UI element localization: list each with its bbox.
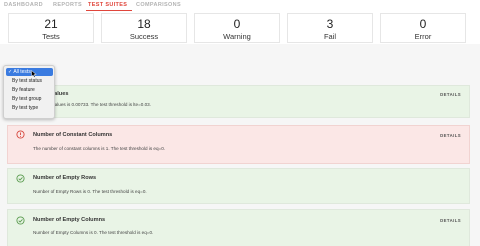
alert-circle-icon — [16, 130, 25, 139]
summary-success-label: Success — [129, 32, 159, 41]
filter-option-by-test-group[interactable]: By test group — [6, 95, 53, 103]
filter-option-by-feature[interactable]: By feature — [6, 86, 53, 94]
summary-error-value: 0 — [419, 17, 427, 31]
test-description: Number of Empty Columns is 0. The test t… — [33, 230, 154, 235]
tab-dashboard[interactable]: DASHBOARD — [4, 1, 43, 10]
test-description: Number of Empty Rows is 0. The test thre… — [33, 189, 147, 194]
summary-fail-value: 3 — [326, 17, 334, 31]
details-button[interactable]: DETAILS — [440, 132, 461, 139]
test-title: Number of Constant Columns — [33, 132, 113, 138]
details-button[interactable]: DETAILS — [440, 217, 461, 224]
tab-test-suites[interactable]: TEST SUITES — [88, 1, 127, 10]
nav-tabs: DASHBOARD REPORTS TEST SUITES COMPARISON… — [0, 0, 480, 12]
summary-success-value: 18 — [137, 17, 151, 31]
filter-option-label: All tests — [13, 69, 31, 75]
test-description: The number of constant columns is 1. The… — [33, 146, 166, 151]
test-card-constant-columns: Number of Constant Columns The number of… — [7, 125, 470, 164]
test-card-missing-values: issing Values f missing values is 0.0073… — [7, 85, 470, 118]
check-circle-icon — [16, 174, 25, 183]
summary-card-fail: 3 Fail — [287, 13, 373, 43]
summary-tests-label: Tests — [42, 32, 60, 41]
mouse-cursor-icon — [31, 70, 37, 78]
tab-comparisons[interactable]: COMPARISONS — [136, 1, 181, 10]
summary-fail-label: Fail — [323, 32, 337, 41]
filter-option-all-tests[interactable]: ✓ All tests — [6, 68, 53, 76]
check-circle-icon — [16, 216, 25, 225]
summary-warning-value: 0 — [233, 17, 241, 31]
test-title: Number of Empty Rows — [33, 175, 97, 181]
summary-error-label: Error — [414, 32, 432, 41]
summary-card-warning: 0 Warning — [194, 13, 280, 43]
details-button[interactable]: DETAILS — [440, 91, 461, 98]
tab-reports[interactable]: REPORTS — [53, 1, 82, 10]
active-tab-indicator — [86, 10, 132, 11]
test-card-empty-columns: Number of Empty Columns Number of Empty … — [7, 209, 470, 246]
filter-option-by-test-type[interactable]: By test type — [6, 104, 53, 112]
test-title: Number of Empty Columns — [33, 217, 106, 223]
filter-option-by-test-status[interactable]: By test status — [6, 77, 53, 85]
filter-dropdown-menu: ✓ All tests By test status By feature By… — [3, 65, 55, 119]
summary-warning-label: Warning — [223, 32, 251, 41]
summary-tests-value: 21 — [44, 17, 58, 31]
summary-card-tests: 21 Tests — [8, 13, 94, 43]
test-card-empty-rows: Number of Empty Rows Number of Empty Row… — [7, 168, 470, 204]
summary-card-error: 0 Error — [380, 13, 466, 43]
summary-card-success: 18 Success — [101, 13, 187, 43]
